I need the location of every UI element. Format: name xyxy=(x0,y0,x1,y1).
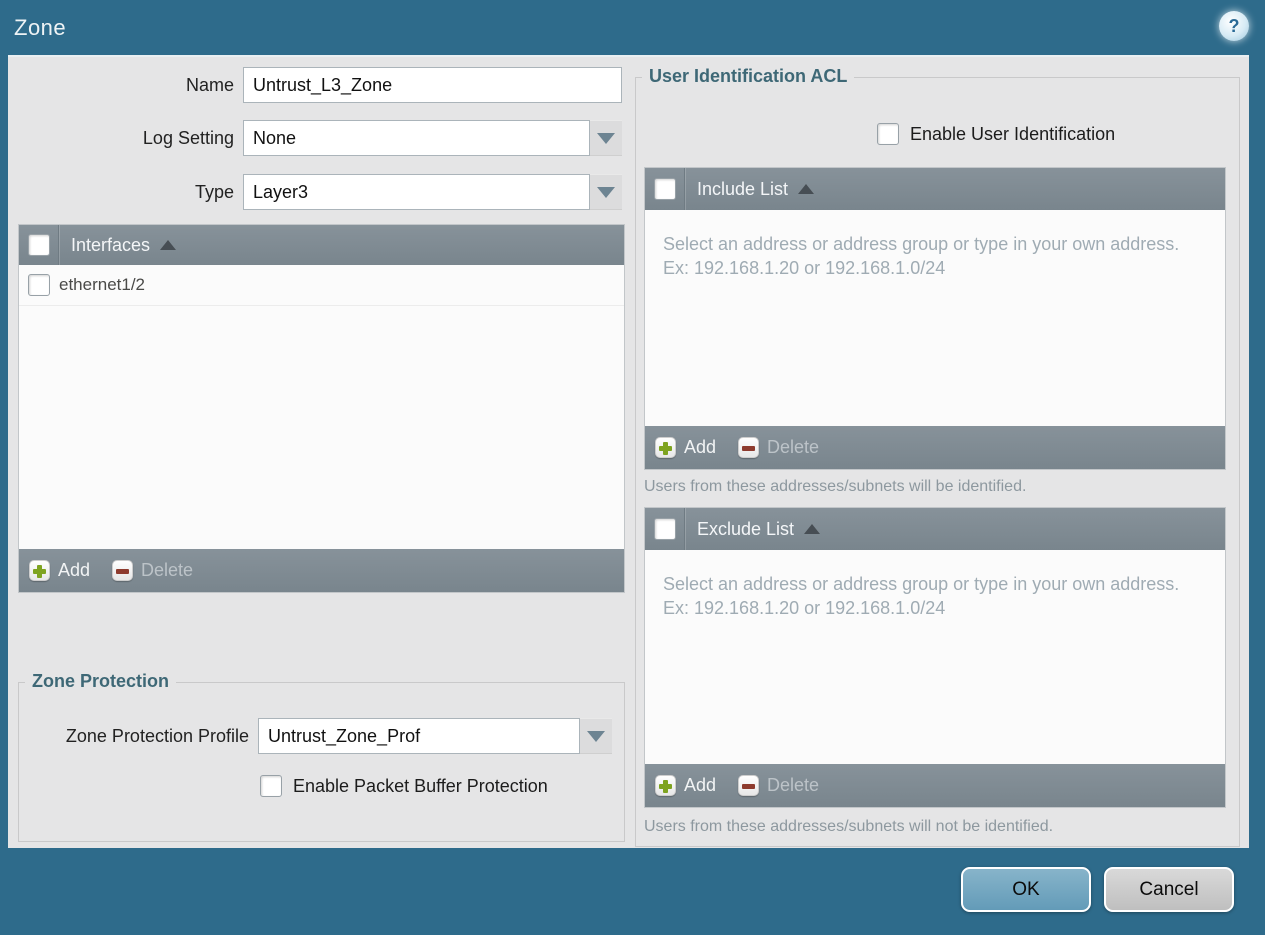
name-label: Name xyxy=(185,75,234,95)
log-setting-dropdown-button[interactable] xyxy=(590,120,622,156)
exclude-select-all-cell xyxy=(645,508,685,550)
chevron-down-icon xyxy=(597,132,615,144)
add-label: Add xyxy=(684,437,717,457)
interfaces-list: ethernet1/2 xyxy=(19,265,624,549)
exclude-list-header: Exclude List xyxy=(645,508,1225,550)
type-input[interactable] xyxy=(243,174,590,210)
sort-ascending-icon[interactable] xyxy=(804,524,821,534)
exclude-list-placeholder: Select an address or address group or ty… xyxy=(663,574,1180,619)
minus-icon xyxy=(112,560,134,581)
delete-label: Delete xyxy=(141,560,194,580)
chevron-down-icon xyxy=(587,730,605,742)
include-delete-button[interactable]: Delete xyxy=(738,437,819,458)
include-list-header: Include List xyxy=(645,168,1225,210)
exclude-list-header-label: Exclude List xyxy=(697,518,795,539)
dialog-titlebar: Zone ? xyxy=(0,0,1265,55)
cancel-button[interactable]: Cancel xyxy=(1104,867,1234,912)
sort-ascending-icon[interactable] xyxy=(160,240,177,250)
zone-protection-profile-dropdown-button[interactable] xyxy=(580,718,612,754)
packet-buffer-protection-label: Enable Packet Buffer Protection xyxy=(293,775,548,796)
zone-protection-profile-input[interactable] xyxy=(258,718,580,754)
interfaces-header-label: Interfaces xyxy=(71,234,151,255)
enable-user-identification-row: Enable User Identification xyxy=(877,123,1115,145)
table-row[interactable]: ethernet1/2 xyxy=(19,265,624,306)
interface-name: ethernet1/2 xyxy=(59,275,146,294)
user-identification-acl-legend: User Identification ACL xyxy=(642,66,855,87)
add-label: Add xyxy=(58,560,91,580)
include-list-caption: Users from these addresses/subnets will … xyxy=(644,478,1027,495)
help-question-glyph: ? xyxy=(1228,16,1240,36)
zone-protection-group: Zone Protection Zone Protection Profile … xyxy=(18,671,625,842)
type-label: Type xyxy=(194,182,234,202)
delete-label: Delete xyxy=(767,437,820,457)
include-list-panel: Include List Select an address or addres… xyxy=(644,167,1226,470)
add-interface-button[interactable]: Add xyxy=(29,560,90,581)
plus-icon xyxy=(655,775,676,796)
name-input[interactable] xyxy=(243,67,622,103)
row-checkbox[interactable] xyxy=(28,274,50,296)
chevron-down-icon xyxy=(597,186,615,198)
plus-icon xyxy=(29,560,50,581)
log-setting-input[interactable] xyxy=(243,120,590,156)
exclude-list-footer: Add Delete xyxy=(645,764,1225,807)
dialog-body: Name Log Setting Type Interfaces etherne… xyxy=(8,55,1249,848)
plus-icon xyxy=(655,437,676,458)
interfaces-panel: Interfaces ethernet1/2 Add Delete xyxy=(18,224,625,593)
exclude-list-caption: Users from these addresses/subnets will … xyxy=(644,818,1054,835)
type-dropdown-button[interactable] xyxy=(590,174,622,210)
exclude-add-button[interactable]: Add xyxy=(655,775,716,796)
minus-icon xyxy=(738,775,760,796)
include-list-footer: Add Delete xyxy=(645,426,1225,469)
exclude-list-panel: Exclude List Select an address or addres… xyxy=(644,507,1226,808)
delete-label: Delete xyxy=(767,775,820,795)
include-list-body[interactable]: Select an address or address group or ty… xyxy=(645,210,1225,426)
exclude-select-all-checkbox[interactable] xyxy=(653,518,676,540)
include-select-all-cell xyxy=(645,168,685,210)
packet-buffer-protection-row: Enable Packet Buffer Protection xyxy=(260,775,548,797)
enable-user-identification-label: Enable User Identification xyxy=(910,123,1116,144)
interfaces-select-all-cell xyxy=(19,225,59,265)
interfaces-header: Interfaces xyxy=(19,225,624,265)
sort-ascending-icon[interactable] xyxy=(798,184,815,194)
exclude-delete-button[interactable]: Delete xyxy=(738,775,819,796)
include-select-all-checkbox[interactable] xyxy=(653,178,676,200)
zone-protection-legend: Zone Protection xyxy=(25,671,177,692)
dialog-title: Zone xyxy=(14,14,67,40)
ok-button[interactable]: OK xyxy=(961,867,1091,912)
zone-dialog: { "dialog": { "title": "Zone", "help_gly… xyxy=(0,0,1265,935)
minus-icon xyxy=(738,437,760,458)
interfaces-footer: Add Delete xyxy=(19,549,624,592)
include-add-button[interactable]: Add xyxy=(655,437,716,458)
delete-interface-button[interactable]: Delete xyxy=(112,560,193,581)
enable-packet-buffer-protection-checkbox[interactable] xyxy=(260,775,282,797)
add-label: Add xyxy=(684,775,717,795)
include-list-placeholder: Select an address or address group or ty… xyxy=(663,234,1180,279)
zone-protection-profile-label: Zone Protection Profile xyxy=(65,726,249,746)
log-setting-label: Log Setting xyxy=(142,128,234,148)
help-icon[interactable]: ? xyxy=(1219,11,1249,41)
include-list-header-label: Include List xyxy=(697,178,789,199)
enable-user-identification-checkbox[interactable] xyxy=(877,123,899,145)
exclude-list-body[interactable]: Select an address or address group or ty… xyxy=(645,550,1225,764)
interfaces-select-all-checkbox[interactable] xyxy=(27,234,50,256)
user-identification-acl-group: User Identification ACL Enable User Iden… xyxy=(635,66,1240,847)
